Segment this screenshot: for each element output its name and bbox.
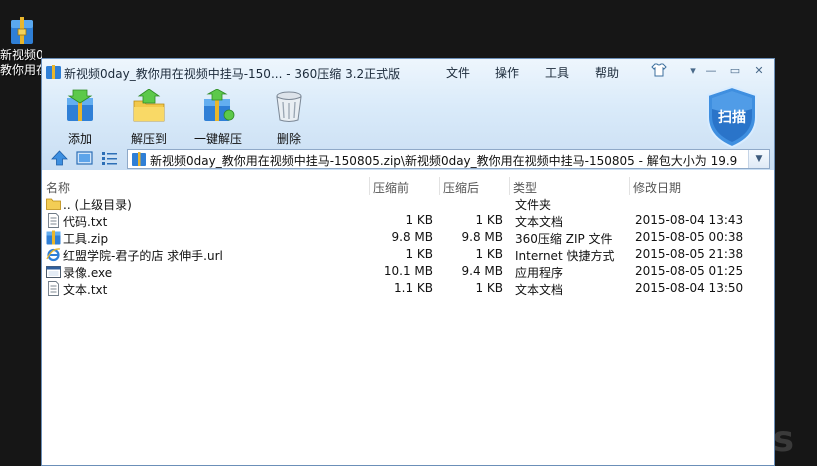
thumbnail-view-icon [76, 151, 93, 165]
skin-icon[interactable] [650, 63, 668, 79]
delete-icon [276, 91, 302, 122]
file-row[interactable]: 文本.txt 1.1 KB 1 KB 文本文档 2015-08-04 13:50 [42, 280, 774, 297]
window-header: 新视频0day_教你用在视频中挂马-150... - 360压缩 3.2正式版 … [42, 59, 774, 170]
up-level-button[interactable] [50, 149, 69, 167]
menu-operate[interactable]: 操作 [495, 64, 519, 81]
menu-file[interactable]: 文件 [446, 64, 470, 81]
file-row[interactable]: 代码.txt 1 KB 1 KB 文本文档 2015-08-04 13:43 [42, 212, 774, 229]
text-file-icon [48, 213, 59, 228]
arrow-up-icon [51, 150, 68, 166]
column-divider[interactable] [629, 177, 630, 195]
file-row-parent[interactable]: .. (上级目录) 文件夹 [42, 195, 774, 212]
column-divider[interactable] [439, 177, 440, 195]
one-click-extract-icon [204, 88, 235, 121]
address-bar: 新视频0day_教你用在视频中挂马-150805.zip\新视频0day_教你用… [42, 147, 774, 170]
delete-button[interactable]: 删除 [259, 89, 319, 147]
menu-dropdown-icon[interactable]: ▾ [684, 63, 702, 79]
title-bar[interactable]: 新视频0day_教你用在视频中挂马-150... - 360压缩 3.2正式版 … [42, 59, 774, 85]
column-name[interactable]: 名称 [46, 179, 70, 196]
exe-file-icon [46, 266, 61, 278]
one-click-extract-button[interactable]: 一键解压 [188, 88, 248, 147]
zip-archive-icon [11, 17, 33, 44]
file-row[interactable]: 红盟学院-君子的店 求伸手.url 1 KB 1 KB Internet 快捷方… [42, 246, 774, 263]
file-row[interactable]: 工具.zip 9.8 MB 9.8 MB 360压缩 ZIP 文件 2015-0… [42, 229, 774, 246]
column-modified[interactable]: 修改日期 [633, 179, 681, 196]
column-after[interactable]: 压缩后 [443, 179, 479, 196]
scan-label: 扫描 [718, 110, 746, 126]
add-button[interactable]: 添加 [50, 89, 110, 147]
desktop-icon-label: 新视频0d 教你用在 [0, 48, 42, 77]
column-type[interactable]: 类型 [513, 179, 537, 196]
app-icon [46, 65, 61, 79]
address-field[interactable]: 新视频0day_教你用在视频中挂马-150805.zip\新视频0day_教你用… [127, 149, 770, 169]
file-row[interactable]: 录像.exe 10.1 MB 9.4 MB 应用程序 2015-08-05 01… [42, 263, 774, 280]
column-before[interactable]: 压缩前 [373, 179, 409, 196]
scan-button[interactable]: 扫描 [704, 85, 760, 149]
extract-to-button[interactable]: 解压到 [119, 88, 179, 147]
address-text: 新视频0day_教你用在视频中挂马-150805.zip\新视频0day_教你用… [150, 154, 742, 168]
column-divider[interactable] [369, 177, 370, 195]
column-divider[interactable] [509, 177, 510, 195]
menu-help[interactable]: 帮助 [595, 64, 619, 81]
thumbnail-view-button[interactable] [75, 149, 94, 167]
window-title: 新视频0day_教你用在视频中挂马-150... - 360压缩 3.2正式版 [64, 67, 401, 81]
extract-to-icon [133, 88, 165, 122]
text-file-icon [48, 281, 59, 296]
archive-path-icon [132, 152, 146, 166]
archive-window: 新视频0day_教你用在视频中挂马-150... - 360压缩 3.2正式版 … [41, 58, 775, 466]
address-dropdown-icon[interactable]: ▼ [748, 150, 769, 168]
file-list: .. (上级目录) 文件夹 代码.txt 1 KB 1 KB 文本文档 2015… [42, 195, 774, 297]
ie-link-icon [46, 248, 61, 262]
column-header: 名称 压缩前 压缩后 类型 修改日期 [42, 177, 774, 195]
close-icon[interactable]: ✕ [750, 63, 768, 79]
minimize-icon[interactable]: — [702, 63, 720, 79]
add-icon [67, 89, 93, 121]
watermark: s [772, 419, 795, 460]
maximize-icon[interactable]: ▭ [726, 63, 744, 79]
menu-tools[interactable]: 工具 [545, 64, 569, 81]
folder-icon [46, 198, 61, 210]
list-view-icon [102, 152, 117, 165]
list-view-button[interactable] [100, 149, 119, 167]
zip-file-icon [46, 230, 61, 245]
